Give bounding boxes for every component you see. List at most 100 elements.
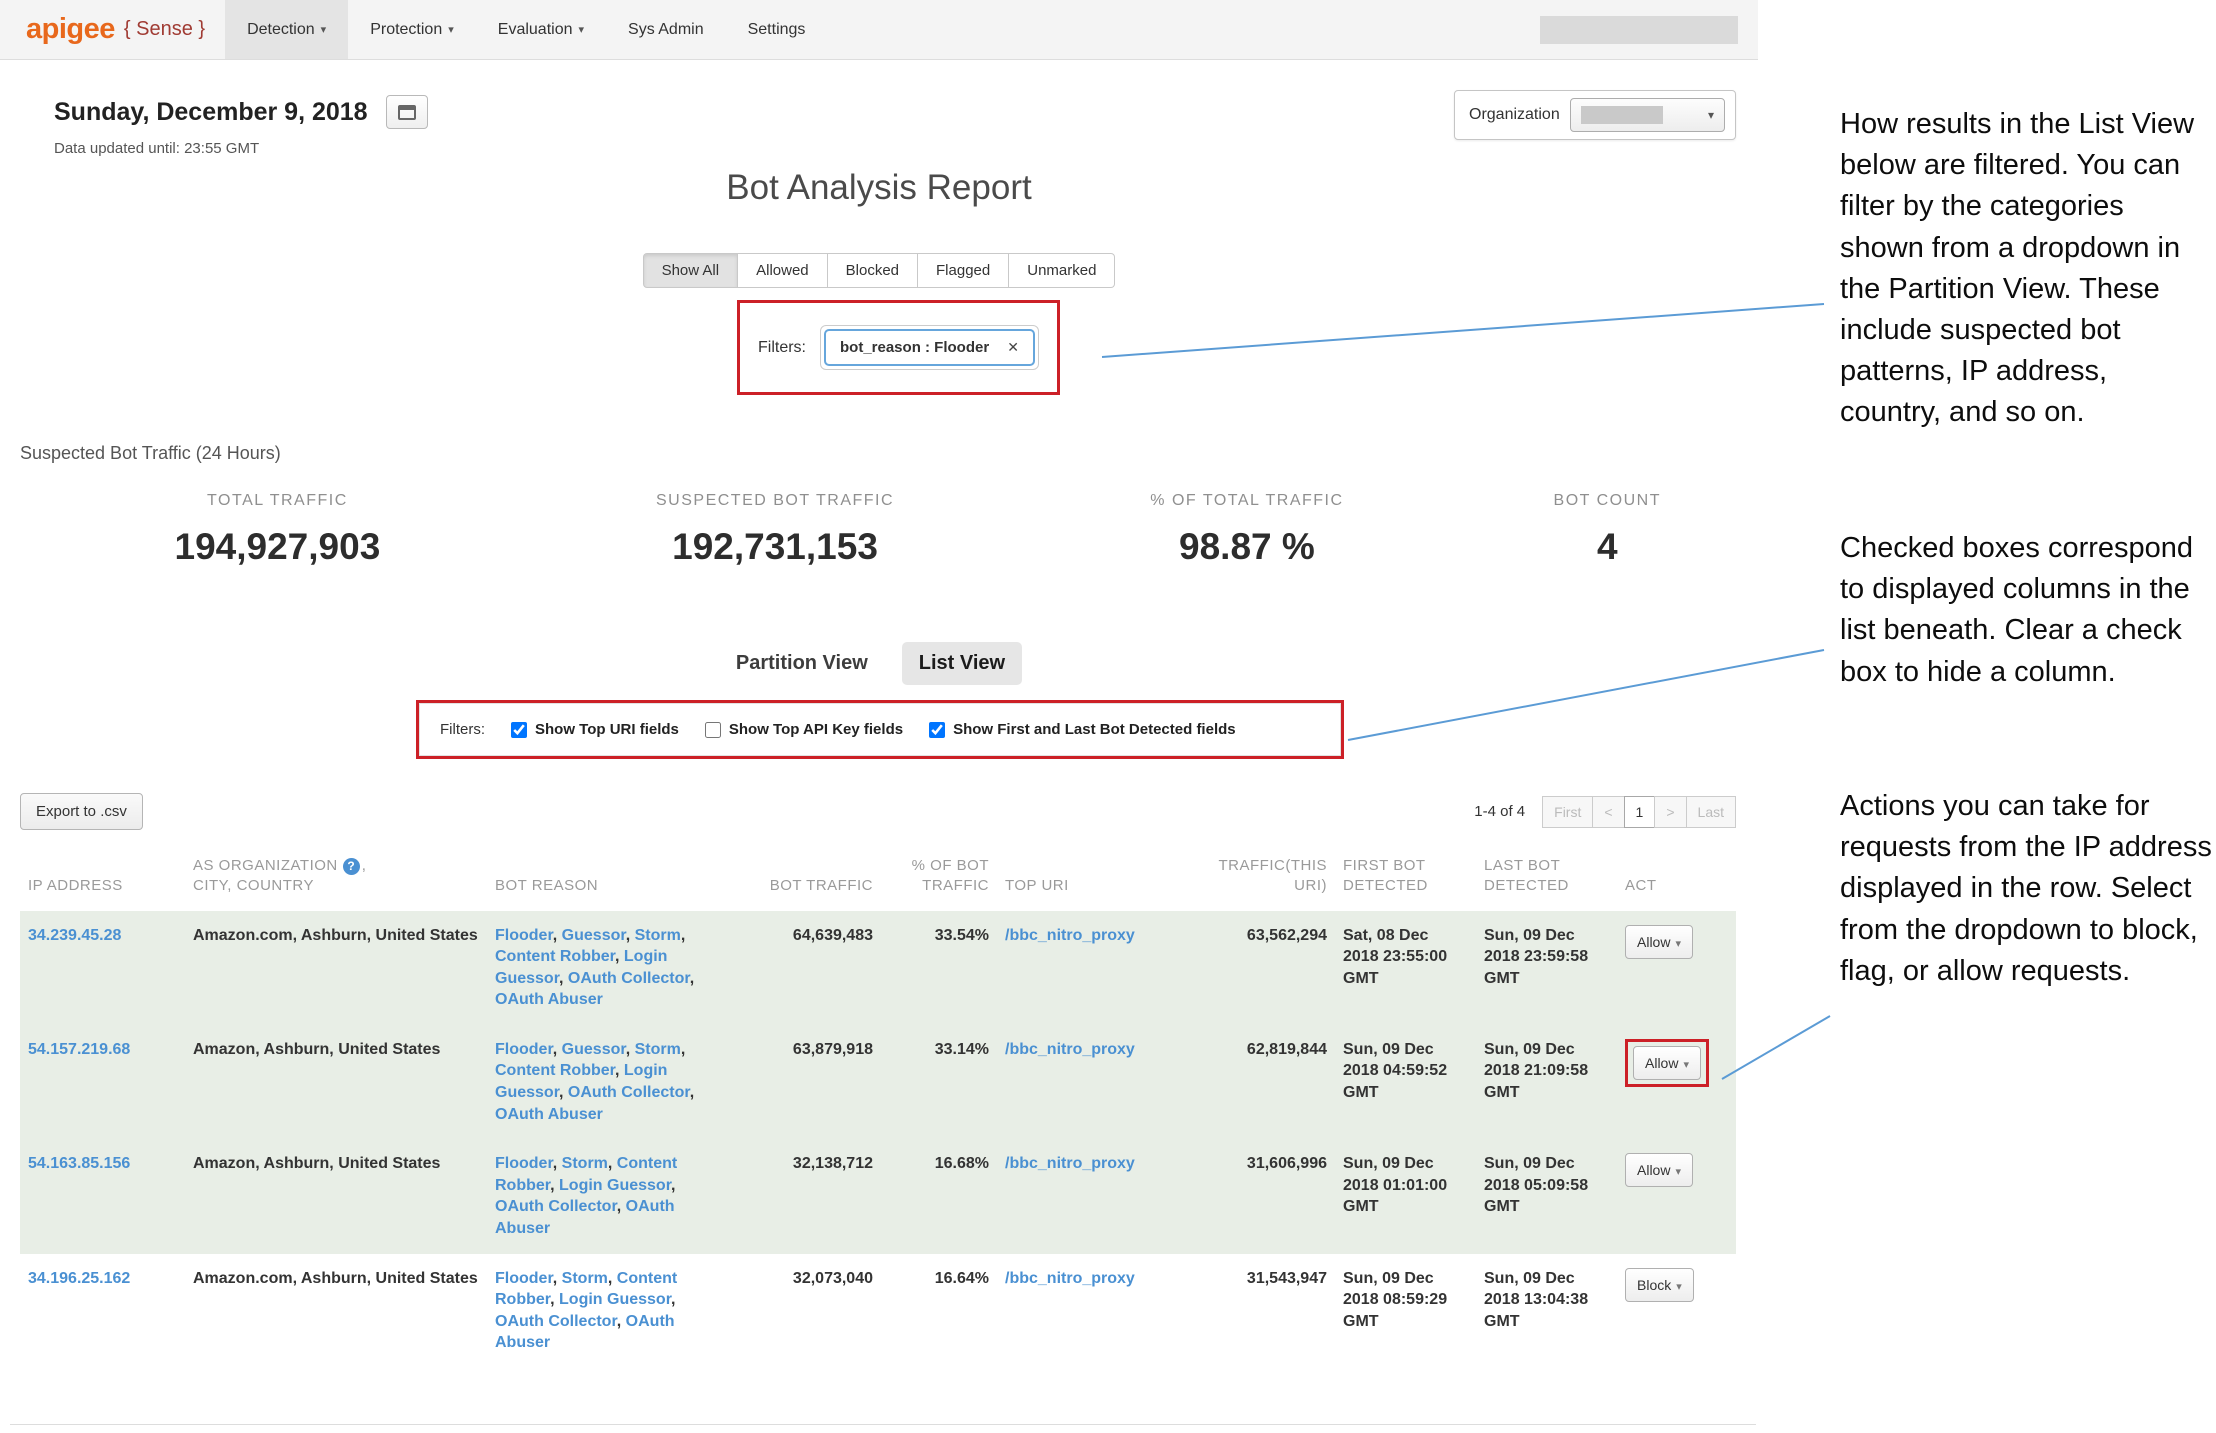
report-filters-panel: Filters: bot_reason : Flooder ✕ <box>740 303 1057 392</box>
column-filter-checkbox-0: Show Top URI fields <box>511 721 679 738</box>
partition-view-button[interactable]: Partition View <box>736 652 868 675</box>
action-dropdown-allow[interactable]: Allow▾ <box>1625 1153 1693 1187</box>
pagination-prev-button[interactable]: < <box>1592 796 1624 828</box>
bot-reason-link[interactable]: Storm <box>635 1041 681 1058</box>
top-uri-cell: /bbc_nitro_proxy <box>997 1025 1193 1139</box>
bot-reason-link[interactable]: Guessor <box>562 1041 626 1058</box>
bot-reason-link[interactable]: Flooder <box>495 1270 553 1287</box>
bot-reason-link[interactable]: Guessor <box>562 927 626 944</box>
ip-link[interactable]: 34.239.45.28 <box>28 927 121 944</box>
column-filter-checkboxes: Show Top URI fields Show Top API Key fiel… <box>511 721 1236 738</box>
pagination-next-button[interactable]: > <box>1654 796 1686 828</box>
header-traffic-this-uri: TRAFFIC(THIS URI) <box>1193 850 1335 911</box>
nav-item-sys-admin[interactable]: Sys Admin <box>606 0 726 59</box>
column-filter-checkbox-input-0[interactable] <box>511 722 527 738</box>
caret-down-icon: ▾ <box>448 23 454 36</box>
bot-reason-link[interactable]: Storm <box>562 1270 608 1287</box>
caret-down-icon: ▾ <box>1676 1281 1682 1293</box>
tab-unmarked[interactable]: Unmarked <box>1009 253 1115 288</box>
filter-chip-input[interactable]: bot_reason : Flooder ✕ <box>820 325 1039 370</box>
caret-down-icon: ▾ <box>1675 938 1681 950</box>
bot-reason-link[interactable]: Content Robber <box>495 1062 615 1079</box>
column-filter-checkbox-input-1[interactable] <box>705 722 721 738</box>
nav-item-evaluation[interactable]: Evaluation ▾ <box>476 0 606 59</box>
top-uri-link[interactable]: /bbc_nitro_proxy <box>1005 1041 1135 1058</box>
bot-reason-link[interactable]: Flooder <box>495 1155 553 1172</box>
column-filter-checkbox-2: Show First and Last Bot Detected fields <box>929 721 1236 738</box>
bot-reason-link[interactable]: OAuth Collector <box>568 970 690 987</box>
table-row: 54.163.85.156Amazon, Ashburn, United Sta… <box>20 1139 1736 1253</box>
tab-show-all[interactable]: Show All <box>643 253 739 288</box>
table-row: 34.196.25.162Amazon.com, Ashburn, United… <box>20 1254 1736 1368</box>
header-bot-reason: BOT REASON <box>487 850 713 911</box>
top-uri-link[interactable]: /bbc_nitro_proxy <box>1005 1155 1135 1172</box>
pagination-last-button[interactable]: Last <box>1686 796 1736 828</box>
caret-down-icon: ▾ <box>1708 108 1714 122</box>
header-pct-bot-traffic: % OF BOT TRAFFIC <box>881 850 997 911</box>
pagination-range: 1-4 of 4 <box>1474 803 1525 820</box>
organization-dropdown[interactable]: ▾ <box>1570 98 1725 132</box>
bot-reason-link[interactable]: OAuth Collector <box>568 1084 690 1101</box>
bot-reason-link[interactable]: Flooder <box>495 927 553 944</box>
export-csv-button[interactable]: Export to .csv <box>20 793 143 830</box>
stat-value: 194,927,903 <box>20 526 535 568</box>
pagination: 1-4 of 4 First < 1 > Last <box>1474 796 1736 828</box>
tab-flagged[interactable]: Flagged <box>918 253 1009 288</box>
action-wrap: Block▾ <box>1625 1277 1694 1294</box>
stat-label: % OF TOTAL TRAFFIC <box>1015 492 1478 510</box>
panel-bottom-border <box>10 1424 1756 1425</box>
tab-blocked[interactable]: Blocked <box>828 253 918 288</box>
ip-cell: 34.196.25.162 <box>20 1254 185 1368</box>
list-view-button[interactable]: List View <box>902 642 1022 685</box>
nav-items: Detection ▾ Protection ▾ Evaluation ▾ Sy… <box>225 0 827 59</box>
action-cell: Allow▾ <box>1617 911 1736 1025</box>
callout-line-action <box>1722 1016 1830 1079</box>
top-uri-link[interactable]: /bbc_nitro_proxy <box>1005 1270 1135 1287</box>
action-dropdown-block[interactable]: Block▾ <box>1625 1268 1694 1302</box>
bot-reason-link[interactable]: Login Guessor <box>559 1177 671 1194</box>
bot-reason-link[interactable]: OAuth Collector <box>495 1198 617 1215</box>
top-uri-cell: /bbc_nitro_proxy <box>997 1254 1193 1368</box>
annotation-box-column-filters: Filters: Show Top URI fieldsShow Top API… <box>416 700 1344 759</box>
organization-widget: Organization ▾ <box>1454 90 1736 140</box>
nav-item-settings[interactable]: Settings <box>726 0 828 59</box>
column-filters-panel: Filters: Show Top URI fieldsShow Top API… <box>419 703 1341 756</box>
bot-reason-link[interactable]: Content Robber <box>495 948 615 965</box>
as-organization-cell: Amazon.com, Ashburn, United States <box>185 911 487 1025</box>
bot-reason-link[interactable]: Login Guessor <box>559 1291 671 1308</box>
column-filter-checkbox-input-2[interactable] <box>929 722 945 738</box>
nav-item-protection[interactable]: Protection ▾ <box>348 0 476 59</box>
stat-bot-count: BOT COUNT 4 <box>1479 492 1736 568</box>
column-filter-checkbox-label: Show Top API Key fields <box>729 721 903 738</box>
bot-reason-link[interactable]: Storm <box>562 1155 608 1172</box>
caret-down-icon: ▾ <box>321 23 327 36</box>
annotation-text-filters: How results in the List View below are f… <box>1840 104 2214 433</box>
top-uri-link[interactable]: /bbc_nitro_proxy <box>1005 927 1135 944</box>
callout-line-filters <box>1102 304 1824 357</box>
calendar-button[interactable] <box>386 95 428 129</box>
ip-link[interactable]: 34.196.25.162 <box>28 1270 130 1287</box>
bot-reason-link[interactable]: Flooder <box>495 1041 553 1058</box>
filter-chip-bot-reason[interactable]: bot_reason : Flooder ✕ <box>824 329 1035 366</box>
pagination-page-1[interactable]: 1 <box>1624 796 1656 828</box>
bot-reason-cell: Flooder, Guessor, Storm, Content Robber,… <box>487 1025 713 1139</box>
bot-reason-link[interactable]: OAuth Collector <box>495 1313 617 1330</box>
action-wrap: Allow▾ <box>1625 1162 1693 1179</box>
caret-down-icon: ▾ <box>1675 1166 1681 1178</box>
last-bot-detected-cell: Sun, 09 Dec 2018 13:04:38 GMT <box>1476 1254 1617 1368</box>
pagination-first-button[interactable]: First <box>1542 796 1593 828</box>
first-bot-detected-cell: Sun, 09 Dec 2018 08:59:29 GMT <box>1335 1254 1476 1368</box>
ip-link[interactable]: 54.163.85.156 <box>28 1155 130 1172</box>
action-dropdown-allow[interactable]: Allow▾ <box>1625 925 1693 959</box>
remove-filter-icon[interactable]: ✕ <box>1007 339 1019 356</box>
column-filter-checkbox-label: Show First and Last Bot Detected fields <box>953 721 1236 738</box>
action-dropdown-allow[interactable]: Allow▾ <box>1633 1046 1701 1080</box>
nav-item-detection[interactable]: Detection ▾ <box>225 0 348 59</box>
bot-reason-link[interactable]: Storm <box>635 927 681 944</box>
help-icon[interactable]: ? <box>343 858 360 875</box>
tab-allowed[interactable]: Allowed <box>738 253 828 288</box>
bot-reason-link[interactable]: OAuth Abuser <box>495 1106 603 1123</box>
bot-reason-link[interactable]: OAuth Abuser <box>495 991 603 1008</box>
stat-value: 4 <box>1479 526 1736 568</box>
ip-link[interactable]: 54.157.219.68 <box>28 1041 130 1058</box>
